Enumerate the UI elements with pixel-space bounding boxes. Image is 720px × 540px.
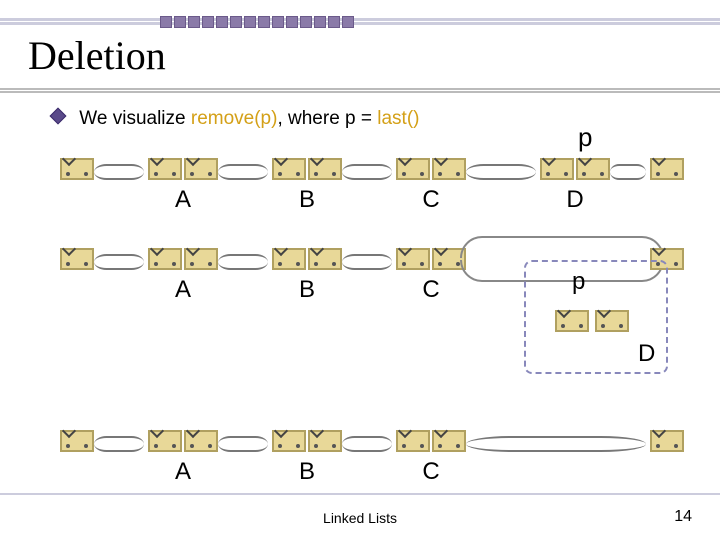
node-B-left (272, 430, 306, 452)
page-number: 14 (674, 508, 692, 526)
label-D: D (540, 186, 610, 214)
label-A: A (148, 276, 218, 304)
bullet-mid: , where p = (277, 108, 377, 129)
bullet-last: last() (377, 108, 419, 129)
footer-divider (0, 493, 720, 495)
bullet-remove: remove(p) (191, 108, 278, 129)
bullet-prefix: We visualize (79, 108, 191, 129)
header-node (60, 430, 94, 452)
pointer-p-label-stage1: p (578, 122, 592, 153)
detached-D-node (555, 310, 629, 337)
node-C-left (396, 248, 430, 270)
slide-accent (0, 18, 720, 24)
title-underline (0, 88, 720, 94)
label-C: C (396, 458, 466, 486)
node-B-right (308, 430, 342, 452)
node-B-left (272, 158, 306, 180)
node-B-left (272, 248, 306, 270)
node-C-right (432, 430, 466, 452)
node-A-right (184, 430, 218, 452)
label-B: B (272, 186, 342, 214)
label-B: B (272, 276, 342, 304)
node-D-right (576, 158, 610, 180)
label-C: C (396, 276, 466, 304)
label-A: A (148, 186, 218, 214)
node-C-right (432, 158, 466, 180)
node-A-left (148, 430, 182, 452)
label-A: A (148, 458, 218, 486)
node-B-right (308, 158, 342, 180)
label-D-detached: D (638, 340, 655, 368)
node-C-left (396, 430, 430, 452)
label-C: C (396, 186, 466, 214)
header-node (60, 248, 94, 270)
node-A-right (184, 158, 218, 180)
bypass-arc-top (460, 236, 664, 258)
trailer-node (650, 430, 684, 452)
header-node (60, 158, 94, 180)
node-C-left (396, 158, 430, 180)
trailer-node (650, 158, 684, 180)
footer-text: Linked Lists (0, 510, 720, 526)
node-A-left (148, 158, 182, 180)
label-B: B (272, 458, 342, 486)
node-B-right (308, 248, 342, 270)
slide-title: Deletion (28, 32, 166, 79)
node-D-left (540, 158, 574, 180)
diamond-bullet-icon (50, 108, 67, 125)
node-A-right (184, 248, 218, 270)
bullet-line: We visualize remove(p), where p = last() (52, 108, 420, 130)
node-A-left (148, 248, 182, 270)
pointer-p-label-stage2: p (572, 268, 585, 296)
